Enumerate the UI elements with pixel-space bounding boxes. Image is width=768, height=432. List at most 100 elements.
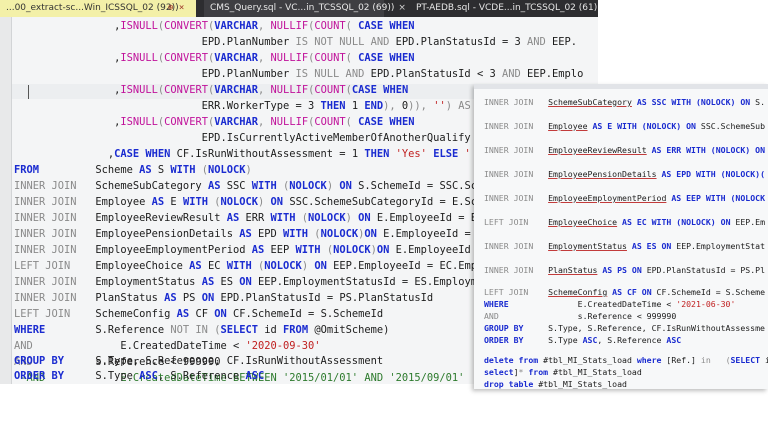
code-line[interactable]: ORDER BY S.Type ASC, S.Reference ASC [14,369,264,384]
code-token: ON [339,180,352,192]
overlay-code-line[interactable]: INNER JOIN Employee AS E WITH (NOLOCK) O… [484,120,765,132]
overlay-code-line[interactable]: WHERE E.CreatedDateTime < '2021-06-30' [484,298,735,310]
overlay-code-line[interactable]: INNER JOIN PlanStatus AS PS ON EPD.PlanS… [484,264,765,276]
code-token: , [14,20,120,32]
overlay-code-line[interactable]: LEFT JOIN EmployeeChoice AS EC WITH (NOL… [484,216,765,228]
code-line[interactable]: LEFT JOIN SchemeConfig AS CF ON CF.Schem… [14,307,383,322]
pin-close-icon[interactable]: ⊕ × [168,0,184,17]
code-token: 1 [346,100,365,112]
code-line[interactable]: INNER JOIN SchemeSubCategory AS SSC WITH… [14,179,477,194]
code-token: EPD.PlanStatusId = PS.Pl [642,265,765,275]
code-line[interactable]: WHERE S.Reference NOT IN (SELECT id FROM… [14,323,389,338]
close-icon[interactable]: × [398,3,406,13]
overlay-code-line[interactable]: LEFT JOIN SchemeConfig AS CF ON CF.Schem… [484,286,765,298]
code-token: VARCHAR [214,84,258,96]
code-token: drop table [484,379,533,389]
code-line[interactable]: FROM Scheme AS S WITH (NOLOCK) [14,163,252,178]
code-token: EEP.EmploymentStat [671,241,765,251]
overlay-query-editor[interactable]: INNER JOIN SchemeSubCategory AS SSC WITH… [474,84,768,389]
code-token: , [258,52,271,64]
code-token: , [14,116,120,128]
code-token: WITH [617,121,637,131]
code-token: WHERE [484,299,509,309]
code-token: EmployeeChoice [548,217,617,227]
code-token: ON [271,196,284,208]
code-token: ON [377,244,390,256]
code-token: #tbl_MI_Stats_load [538,355,637,365]
code-token: E.EmployeeId = [377,228,477,240]
code-token: ON [214,308,227,320]
code-token: EmployeeReviewResult [548,145,647,155]
overlay-code-line[interactable]: INNER JOIN EmploymentStatus AS ES ON EEP… [484,240,765,252]
code-token: INNER JOIN [484,97,533,107]
code-line[interactable]: ,ISNULL(CONVERT(VARCHAR, NULLIF(COUNT(CA… [14,83,408,98]
code-token: ON [364,228,377,240]
overlay-code-line[interactable]: INNER JOIN EmployeePensionDetails AS EPD… [484,168,765,180]
overlay-code-line[interactable]: INNER JOIN EmployeeReviewResult AS ERR W… [484,144,765,156]
code-token: ) [246,164,252,176]
code-line[interactable]: LEFT JOIN EmployeeChoice AS EC WITH (NOL… [14,259,477,274]
overlay-code-line[interactable]: select]* from #tbl_MI_Stats_load [484,366,642,378]
code-line[interactable]: GROUP BY S.Type, S.Reference, CF.IsRunWi… [14,354,383,369]
code-line[interactable]: INNER JOIN Employee AS E WITH (NOLOCK) O… [14,195,477,210]
code-token: Employee [77,196,152,208]
code-token: ON [661,241,671,251]
code-line[interactable]: AND E.CreatedDateTime < '2020-09-30' [14,339,321,354]
code-token: ORDER BY [14,370,64,382]
code-token: COUNT [314,84,345,96]
code-token: EPD.PlanNumber [14,68,296,80]
overlay-code-line[interactable]: GROUP BY S.Type, S.Reference, CF.IsRunWi… [484,322,765,334]
code-token: PlanStatus [548,265,597,275]
overlay-code-line[interactable]: drop table #tbl_MI_Stats_load [484,378,627,389]
overlay-code-line[interactable]: AND s.Reference < 999990 [484,310,676,322]
code-token: EmployeeEmploymentPeriod [548,193,666,203]
code-token: ON [314,260,327,272]
tab-pt-aedb[interactable]: PT-AEDB.sql - VCDE...in_TCSSQL_02 (61)) [410,0,598,17]
code-token: PlanStatus [77,292,165,304]
code-line[interactable]: ERR.WorkerType = 3 THEN 1 END), 0)), '')… [14,99,471,114]
code-token: , [14,84,120,96]
code-line[interactable]: EPD.PlanNumber IS NULL AND EPD.PlanStatu… [14,67,583,82]
code-token: (NOLOCK) [706,145,755,155]
code-token: ON [740,97,750,107]
overlay-code-line[interactable]: INNER JOIN SchemeSubCategory AS SSC WITH… [484,96,765,108]
code-line[interactable]: EPD.PlanNumber IS NOT NULL AND EPD.PlanS… [14,35,577,50]
code-token: WITH [296,244,321,256]
code-token: INNER JOIN [14,276,77,288]
code-token: ( [346,20,359,32]
code-line[interactable]: ,CASE WHEN CF.IsRunWithoutAssessment = 1… [14,147,471,162]
tab-cms-query[interactable]: CMS_Query.sql - VC...in_TCSSQL_02 (69))× [204,0,384,17]
code-line[interactable]: ,ISNULL(CONVERT(VARCHAR, NULLIF(COUNT( C… [14,19,414,34]
code-token: ( [321,244,334,256]
code-token: ( [296,212,309,224]
code-token: SSC [220,180,251,192]
code-line[interactable]: INNER JOIN EmployeeReviewResult AS ERR W… [14,211,477,226]
code-token: S.SchemeId = SSC.Sc [352,180,477,192]
code-line[interactable]: INNER JOIN PlanStatus AS PS ON EPD.PlanS… [14,291,433,306]
code-token: ASC [139,370,158,382]
code-line[interactable]: EPD.IsCurrentlyActiveMemberOfAnotherQual… [14,131,471,146]
code-line[interactable]: INNER JOIN EmployeePensionDetails AS EPD… [14,227,477,242]
code-line[interactable]: INNER JOIN EmployeeEmploymentPeriod AS E… [14,243,471,258]
code-token: AND [484,311,499,321]
code-token: WITH [696,169,716,179]
code-token: NULLIF [271,84,309,96]
code-line[interactable]: ,ISNULL(CONVERT(VARCHAR, NULLIF(COUNT( C… [14,51,414,66]
overlay-code-line[interactable]: delete from #tbl_MI_Stats_load where [Re… [484,354,768,366]
code-token: S.Type [523,335,582,345]
code-token: (NOLOCK)( [716,169,765,179]
tab-pt-aedb-label: PT-AEDB.sql - VCDE...in_TCSSQL_02 (61)) [416,3,598,13]
code-token: ISNULL [120,52,158,64]
document-tab-bar: ...00_extract-sc...Win_ICSSQL_02 (92)) ⊕… [0,0,598,17]
code-token: SchemeConfig [70,308,176,320]
overlay-code-line[interactable]: INNER JOIN EmployeeEmploymentPeriod AS E… [484,192,765,204]
code-line[interactable]: ,ISNULL(CONVERT(VARCHAR, NULLIF(COUNT( C… [14,115,414,130]
tab-cms-query-label: CMS_Query.sql - VC...in_TCSSQL_02 (69)) [210,3,394,13]
code-line[interactable]: INNER JOIN EmploymentStatus AS ES ON EEP… [14,275,477,290]
code-token: S. [750,97,765,107]
tab-extract-script[interactable]: ...00_extract-sc...Win_ICSSQL_02 (92)) [0,0,196,17]
code-token: ) [346,212,359,224]
overlay-code-line[interactable]: ORDER BY S.Type ASC, S.Reference ASC [484,334,681,346]
code-token: AS CF [607,287,642,297]
code-token: EmployeePensionDetails [548,169,656,179]
